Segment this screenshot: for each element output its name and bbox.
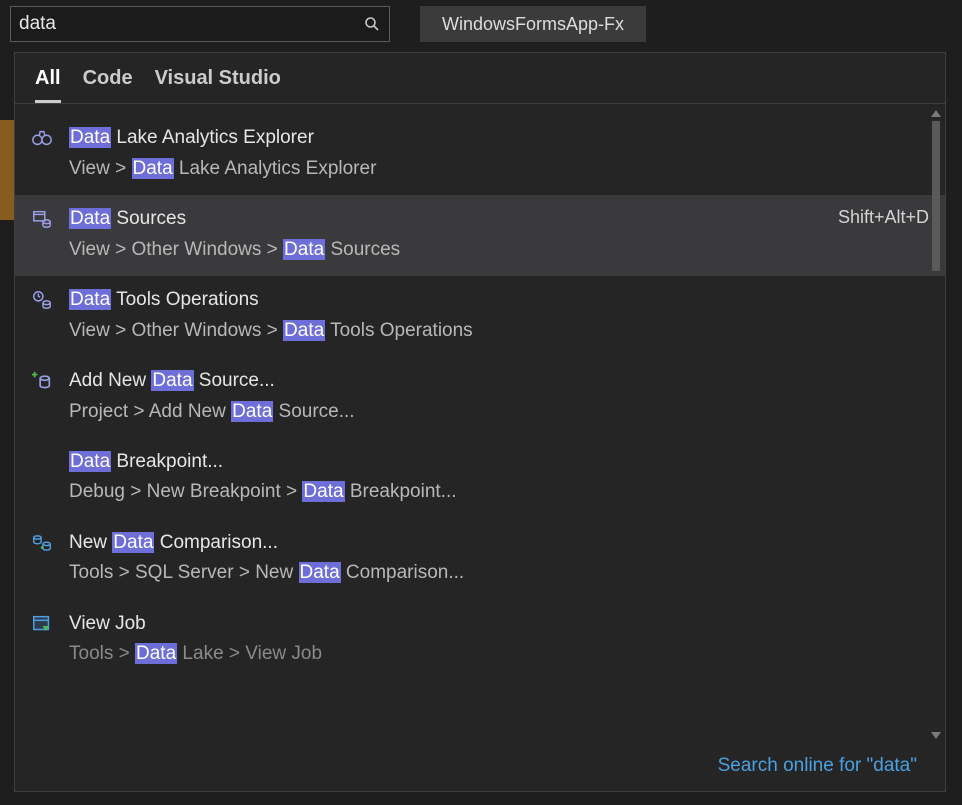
highlight-match: Data [112, 532, 154, 553]
job-icon [29, 610, 55, 669]
highlight-match: Data [132, 158, 174, 179]
compare-database-icon [29, 529, 55, 588]
binoculars-icon [29, 124, 55, 183]
highlight-match: Data [151, 370, 193, 391]
result-body: View JobTools > Data Lake > View Job [69, 610, 929, 669]
scroll-thumb[interactable] [932, 121, 940, 271]
result-title: Data Tools Operations [69, 286, 929, 314]
panel-footer: Search online for "data" [15, 745, 945, 791]
result-body: New Data Comparison...Tools > SQL Server… [69, 529, 929, 588]
result-body: Add New Data Source...Project > Add New … [69, 367, 929, 426]
search-icon[interactable] [363, 15, 381, 33]
result-path: Debug > New Breakpoint > Data Breakpoint… [69, 477, 929, 506]
search-result[interactable]: View JobTools > Data Lake > View Job [15, 600, 945, 681]
highlight-match: Data [69, 289, 111, 310]
search-box[interactable] [10, 6, 390, 42]
highlight-match: Data [231, 401, 273, 422]
scrollbar[interactable] [931, 110, 941, 739]
result-path: View > Other Windows > Data Tools Operat… [69, 316, 929, 345]
highlight-match: Data [283, 320, 325, 341]
search-result[interactable]: Add New Data Source...Project > Add New … [15, 357, 945, 438]
highlight-match: Data [283, 239, 325, 260]
clock-database-icon [29, 286, 55, 345]
database-window-icon [29, 205, 55, 264]
result-body: Data Tools OperationsView > Other Window… [69, 286, 929, 345]
search-result[interactable]: Data Tools OperationsView > Other Window… [15, 276, 945, 357]
keyboard-shortcut: Shift+Alt+D [838, 205, 929, 264]
blank-icon [29, 448, 55, 507]
highlight-match: Data [299, 562, 341, 583]
result-title: New Data Comparison... [69, 529, 929, 557]
search-result[interactable]: New Data Comparison...Tools > SQL Server… [15, 519, 945, 600]
search-input[interactable] [19, 13, 363, 35]
result-title: Data Breakpoint... [69, 448, 929, 476]
highlight-match: Data [135, 643, 177, 664]
highlight-match: Data [302, 481, 344, 502]
result-path: Project > Add New Data Source... [69, 397, 929, 426]
result-title: Data Sources [69, 205, 824, 233]
background-accent-stripe [0, 120, 14, 220]
search-results-panel: All Code Visual Studio Data Lake Analytics… [14, 52, 946, 792]
scroll-up-icon[interactable] [931, 110, 941, 117]
filter-tab-all[interactable]: All [35, 67, 61, 103]
search-online-link[interactable]: Search online for "data" [718, 755, 917, 776]
result-path: Tools > Data Lake > View Job [69, 639, 929, 668]
result-body: Data SourcesView > Other Windows > Data … [69, 205, 824, 264]
result-title: Data Lake Analytics Explorer [69, 124, 929, 152]
search-result[interactable]: Data Lake Analytics ExplorerView > Data … [15, 114, 945, 195]
search-result[interactable]: Data SourcesView > Other Windows > Data … [15, 195, 945, 276]
result-path: Tools > SQL Server > New Data Comparison… [69, 558, 929, 587]
result-title: Add New Data Source... [69, 367, 929, 395]
project-tab[interactable]: WindowsFormsApp-Fx [420, 6, 646, 42]
highlight-match: Data [69, 451, 111, 472]
result-title: View Job [69, 610, 929, 638]
result-body: Data Lake Analytics ExplorerView > Data … [69, 124, 929, 183]
scroll-down-icon[interactable] [931, 732, 941, 739]
result-path: View > Data Lake Analytics Explorer [69, 154, 929, 183]
search-result[interactable]: Data Breakpoint...Debug > New Breakpoint… [15, 438, 945, 519]
result-path: View > Other Windows > Data Sources [69, 235, 824, 264]
top-bar: WindowsFormsApp-Fx [0, 0, 962, 48]
highlight-match: Data [69, 208, 111, 229]
filter-tab-visual-studio[interactable]: Visual Studio [155, 67, 281, 103]
filter-tabs: All Code Visual Studio [15, 53, 945, 104]
results-list: Data Lake Analytics ExplorerView > Data … [15, 104, 945, 745]
filter-tab-code[interactable]: Code [83, 67, 133, 103]
results-area: Data Lake Analytics ExplorerView > Data … [15, 104, 945, 745]
highlight-match: Data [69, 127, 111, 148]
add-database-icon [29, 367, 55, 426]
result-body: Data Breakpoint...Debug > New Breakpoint… [69, 448, 929, 507]
